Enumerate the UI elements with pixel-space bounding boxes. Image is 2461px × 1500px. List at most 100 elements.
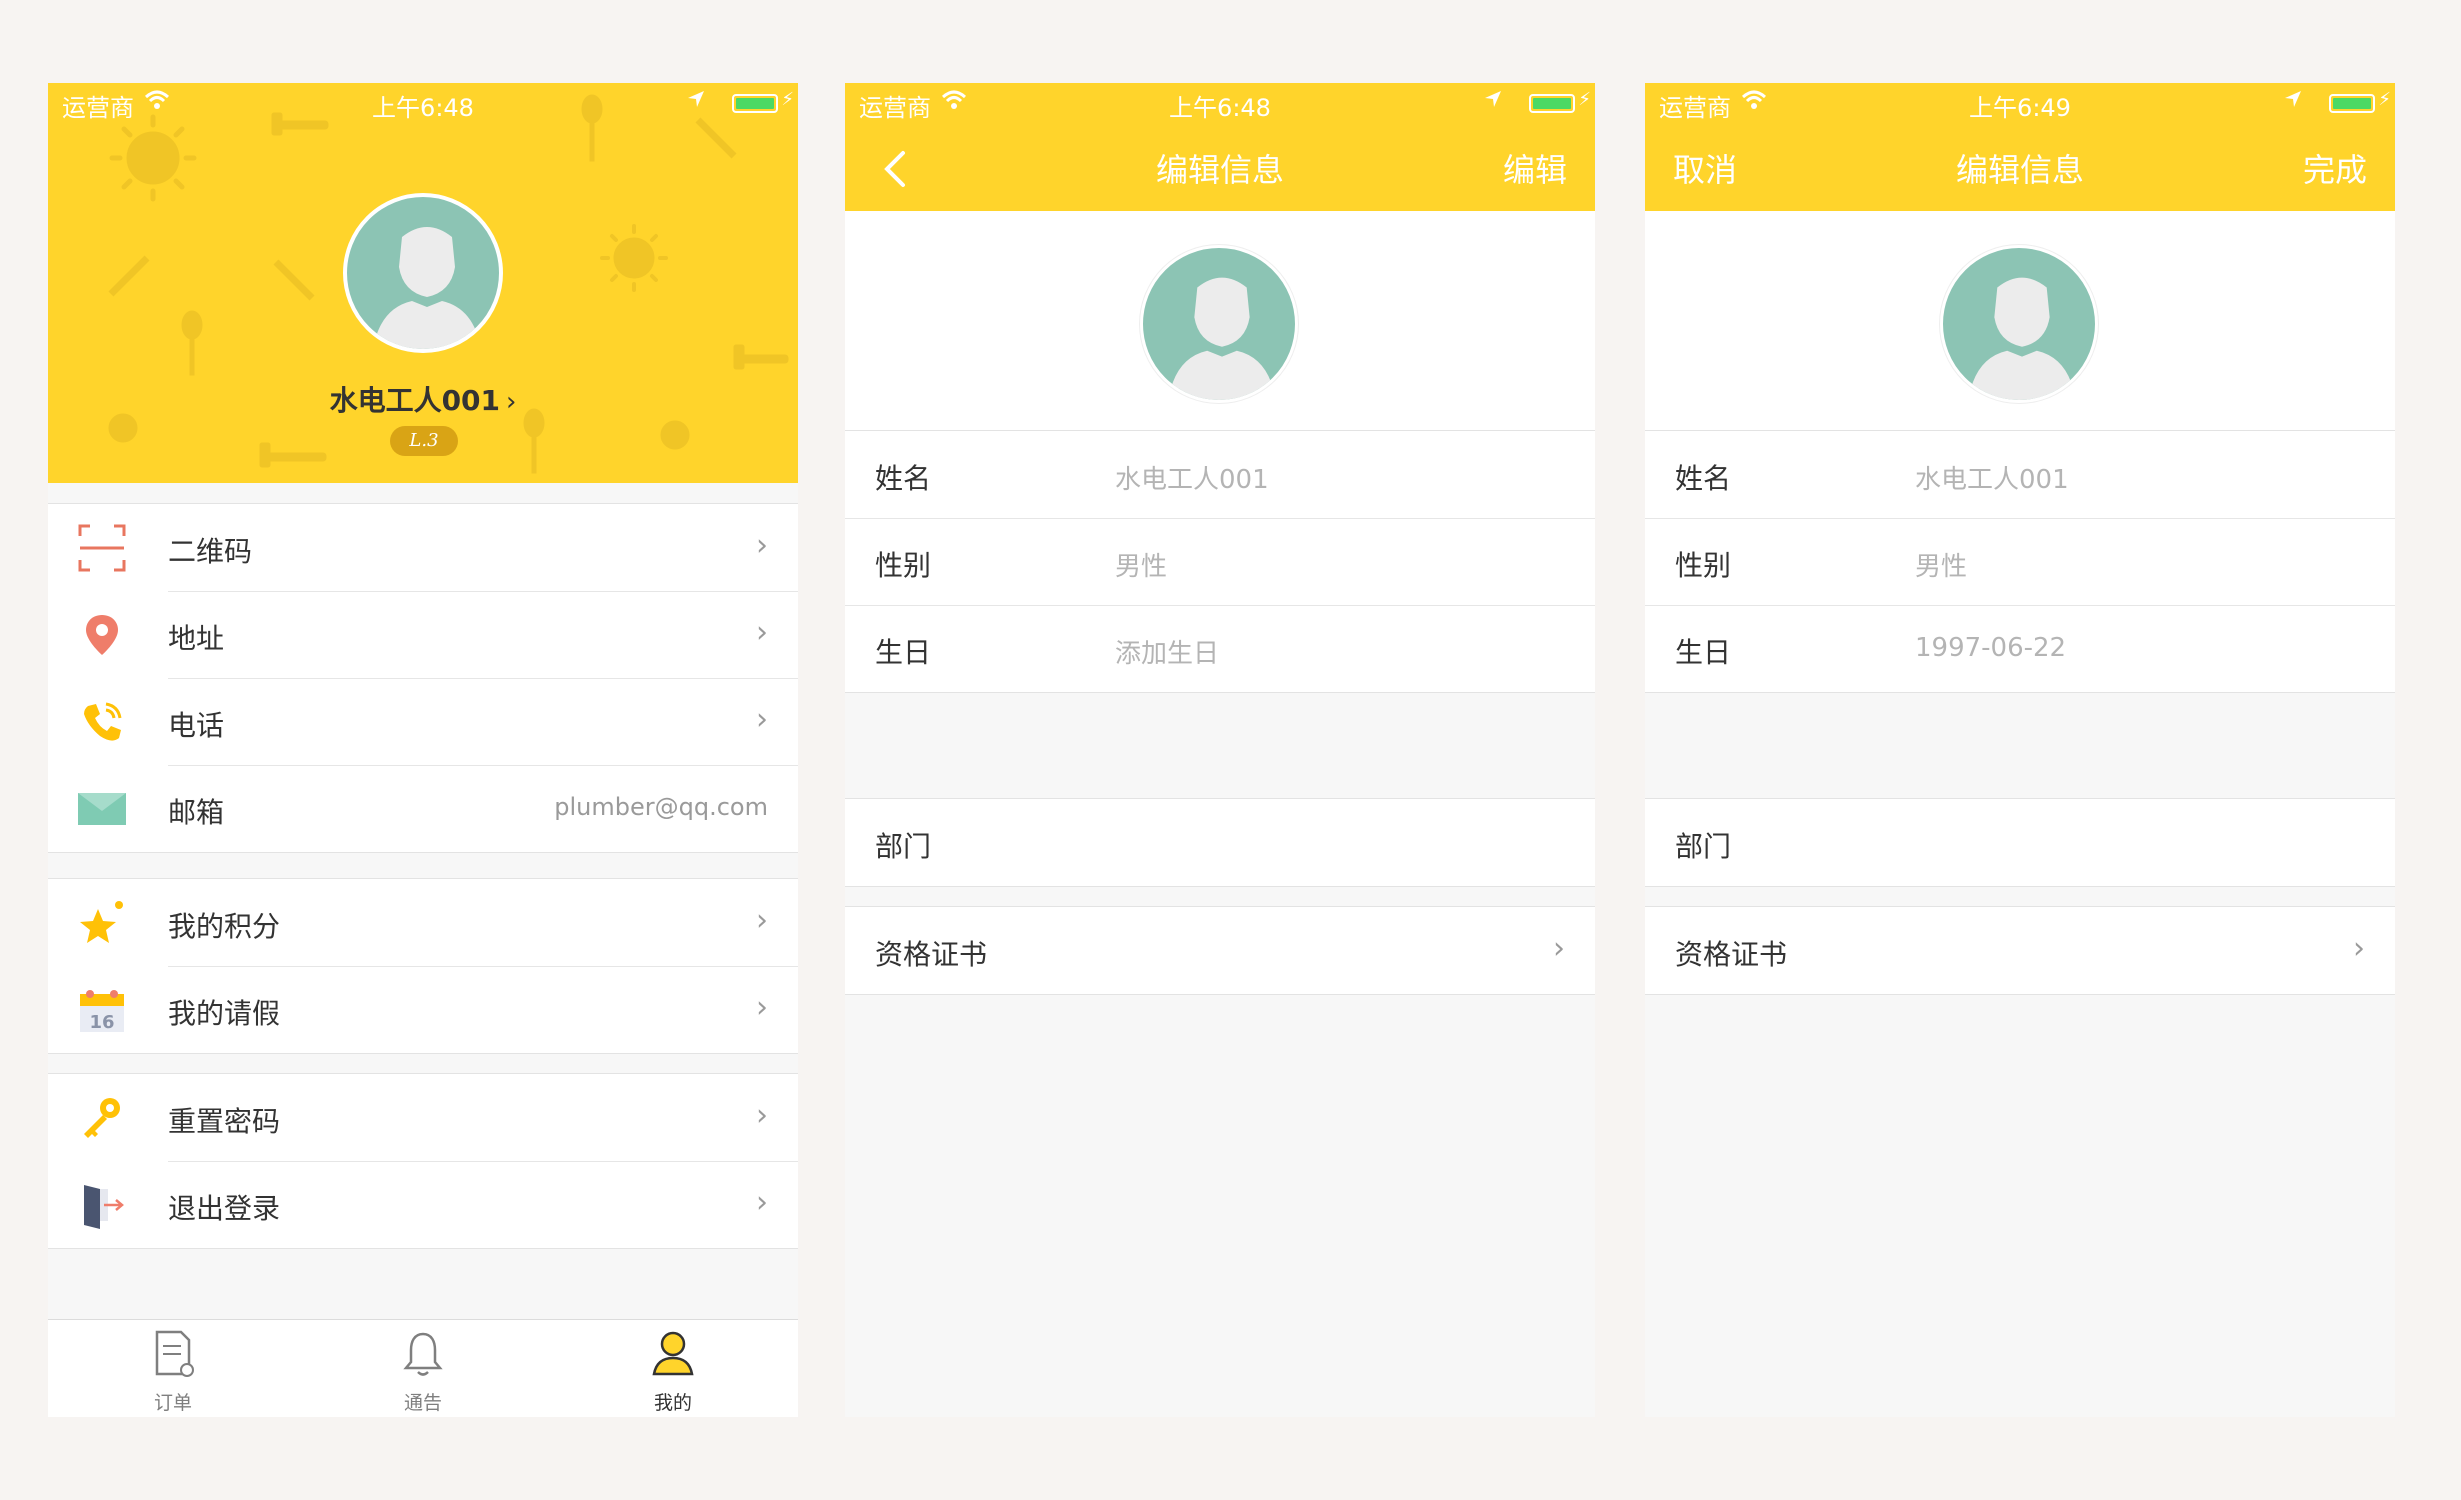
menu-item-reset-password[interactable]: 重置密码 › (48, 1074, 798, 1161)
calendar-day-text: 16 (89, 1012, 114, 1033)
field-label: 资格证书 (1675, 938, 1788, 971)
bell-icon (403, 1332, 443, 1376)
status-bar: 运营商 上午6:49 ⚡ (1645, 83, 2395, 123)
field-value: 水电工人001 (1115, 465, 1269, 495)
certificate-group: 资格证书 › (1645, 906, 2395, 995)
field-row-birthday[interactable]: 生日 1997-06-22 (1645, 605, 2395, 692)
location-arrow-icon (688, 91, 704, 107)
menu-group-account: 重置密码 › 退出登录 › (48, 1073, 798, 1249)
status-bar: 运营商 上午6:48 ⚡ (48, 83, 798, 123)
birthday-picker[interactable]: 1997-06-22 (1915, 633, 2066, 663)
field-value: 添加生日 (1115, 639, 1220, 669)
field-row-certificate[interactable]: 资格证书 › (845, 907, 1595, 994)
menu-label: 退出登录 (168, 1192, 281, 1225)
gender-select[interactable]: 男性 (1915, 546, 1967, 583)
avatar-section (845, 211, 1595, 431)
person-silhouette-icon (373, 227, 481, 349)
field-row-name[interactable]: 姓名 水电工人001 (1645, 431, 2395, 518)
qr-scan-icon (78, 524, 126, 572)
key-icon (84, 1098, 120, 1138)
menu-label: 重置密码 (168, 1105, 281, 1138)
charging-icon: ⚡ (781, 89, 794, 110)
tab-mine[interactable]: 我的 (548, 1320, 798, 1417)
menu-label: 二维码 (168, 535, 253, 568)
field-label: 部门 (1675, 830, 1732, 863)
field-row-name[interactable]: 姓名 水电工人001 (845, 431, 1595, 518)
field-row-department[interactable]: 部门 (845, 799, 1595, 886)
name-input[interactable]: 水电工人001 (1915, 459, 2069, 496)
charging-icon: ⚡ (1578, 89, 1591, 110)
field-label: 生日 (875, 636, 932, 669)
field-label: 性别 (1675, 549, 1732, 582)
edit-info-screen: 运营商 上午6:48 ⚡ 编辑信息 编辑 姓名 水电工人001 性别 男性 生日… (845, 83, 1595, 1417)
chevron-right-icon: › (506, 387, 517, 417)
menu-item-leave[interactable]: 16 我的请假 › (48, 966, 798, 1053)
field-row-birthday[interactable]: 生日 添加生日 (845, 605, 1595, 692)
chevron-right-icon: › (756, 702, 768, 737)
menu-label: 邮箱 (168, 796, 225, 829)
menu-item-points[interactable]: 我的积分 › (48, 879, 798, 966)
page-title: 编辑信息 (1955, 151, 2084, 189)
profile-header: 运营商 上午6:48 ⚡ 水电工人001 › L.3 (48, 83, 798, 483)
status-bar: 运营商 上午6:48 ⚡ (845, 83, 1595, 123)
field-label: 姓名 (875, 462, 932, 495)
logout-door-icon (84, 1185, 124, 1229)
info-fields-group: 姓名 水电工人001 性别 男性 生日 添加生日 (845, 431, 1595, 693)
field-label: 资格证书 (875, 938, 988, 971)
mail-icon (78, 793, 126, 825)
nav-bar: 运营商 上午6:48 ⚡ 编辑信息 编辑 (845, 83, 1595, 211)
edit-info-editing-screen: 运营商 上午6:49 ⚡ 取消 编辑信息 完成 姓名 水电工人001 性别 男性 (1645, 83, 2395, 1417)
menu-item-phone[interactable]: 电话 › (48, 678, 798, 765)
chevron-right-icon: › (2353, 931, 2365, 966)
menu-item-logout[interactable]: 退出登录 › (48, 1161, 798, 1248)
chevron-right-icon: › (756, 615, 768, 650)
order-doc-icon (155, 1330, 194, 1377)
field-label: 性别 (875, 549, 932, 582)
avatar-section (1645, 211, 2395, 431)
menu-item-email[interactable]: 邮箱 plumber@qq.com (48, 765, 798, 852)
field-row-department[interactable]: 部门 (1645, 799, 2395, 886)
chevron-right-icon: › (756, 903, 768, 938)
person-silhouette-icon (1968, 277, 2076, 400)
chevron-right-icon: › (756, 990, 768, 1025)
page-title: 编辑信息 (1155, 151, 1284, 189)
phone-icon (84, 702, 122, 741)
field-row-certificate[interactable]: 资格证书 › (1645, 907, 2395, 994)
menu-label: 我的请假 (168, 997, 281, 1030)
tab-label: 订单 (153, 1392, 192, 1414)
battery-icon (2329, 94, 2375, 113)
department-group: 部门 (1645, 798, 2395, 887)
chevron-right-icon: › (756, 1185, 768, 1220)
tab-label: 我的 (653, 1392, 692, 1414)
person-silhouette-icon (1168, 277, 1276, 400)
menu-item-qrcode[interactable]: 二维码 › (48, 504, 798, 591)
tab-bar: 订单 通告 我的 (48, 1319, 798, 1417)
avatar[interactable] (1940, 245, 2098, 403)
menu-item-address[interactable]: 地址 › (48, 591, 798, 678)
menu-group-contact: 二维码 › 地址 › 电话 › 邮箱 plumber@qq.com (48, 503, 798, 853)
field-label: 生日 (1675, 636, 1732, 669)
avatar[interactable] (1140, 245, 1298, 403)
tab-orders[interactable]: 订单 (48, 1320, 298, 1417)
info-fields-group: 姓名 水电工人001 性别 男性 生日 1997-06-22 (1645, 431, 2395, 693)
done-button[interactable]: 完成 (2303, 145, 2367, 191)
email-value: plumber@qq.com (554, 793, 768, 821)
calendar-icon: 16 (80, 990, 124, 1033)
menu-label: 地址 (168, 622, 225, 655)
chevron-right-icon: › (756, 1098, 768, 1133)
chevron-right-icon: › (756, 528, 768, 563)
user-icon (652, 1331, 694, 1376)
avatar[interactable] (343, 193, 503, 353)
chevron-right-icon: › (1553, 931, 1565, 966)
nav-bar: 运营商 上午6:49 ⚡ 取消 编辑信息 完成 (1645, 83, 2395, 211)
field-row-gender[interactable]: 性别 男性 (845, 518, 1595, 605)
location-arrow-icon (1485, 91, 1501, 107)
battery-icon (732, 94, 778, 113)
tab-notices[interactable]: 通告 (298, 1320, 548, 1417)
location-pin-icon (86, 615, 118, 655)
field-value: 男性 (1115, 552, 1168, 582)
field-row-gender[interactable]: 性别 男性 (1645, 518, 2395, 605)
profile-name-link[interactable]: 水电工人001 › (48, 379, 798, 419)
edit-button[interactable]: 编辑 (1503, 145, 1567, 191)
department-group: 部门 (845, 798, 1595, 887)
